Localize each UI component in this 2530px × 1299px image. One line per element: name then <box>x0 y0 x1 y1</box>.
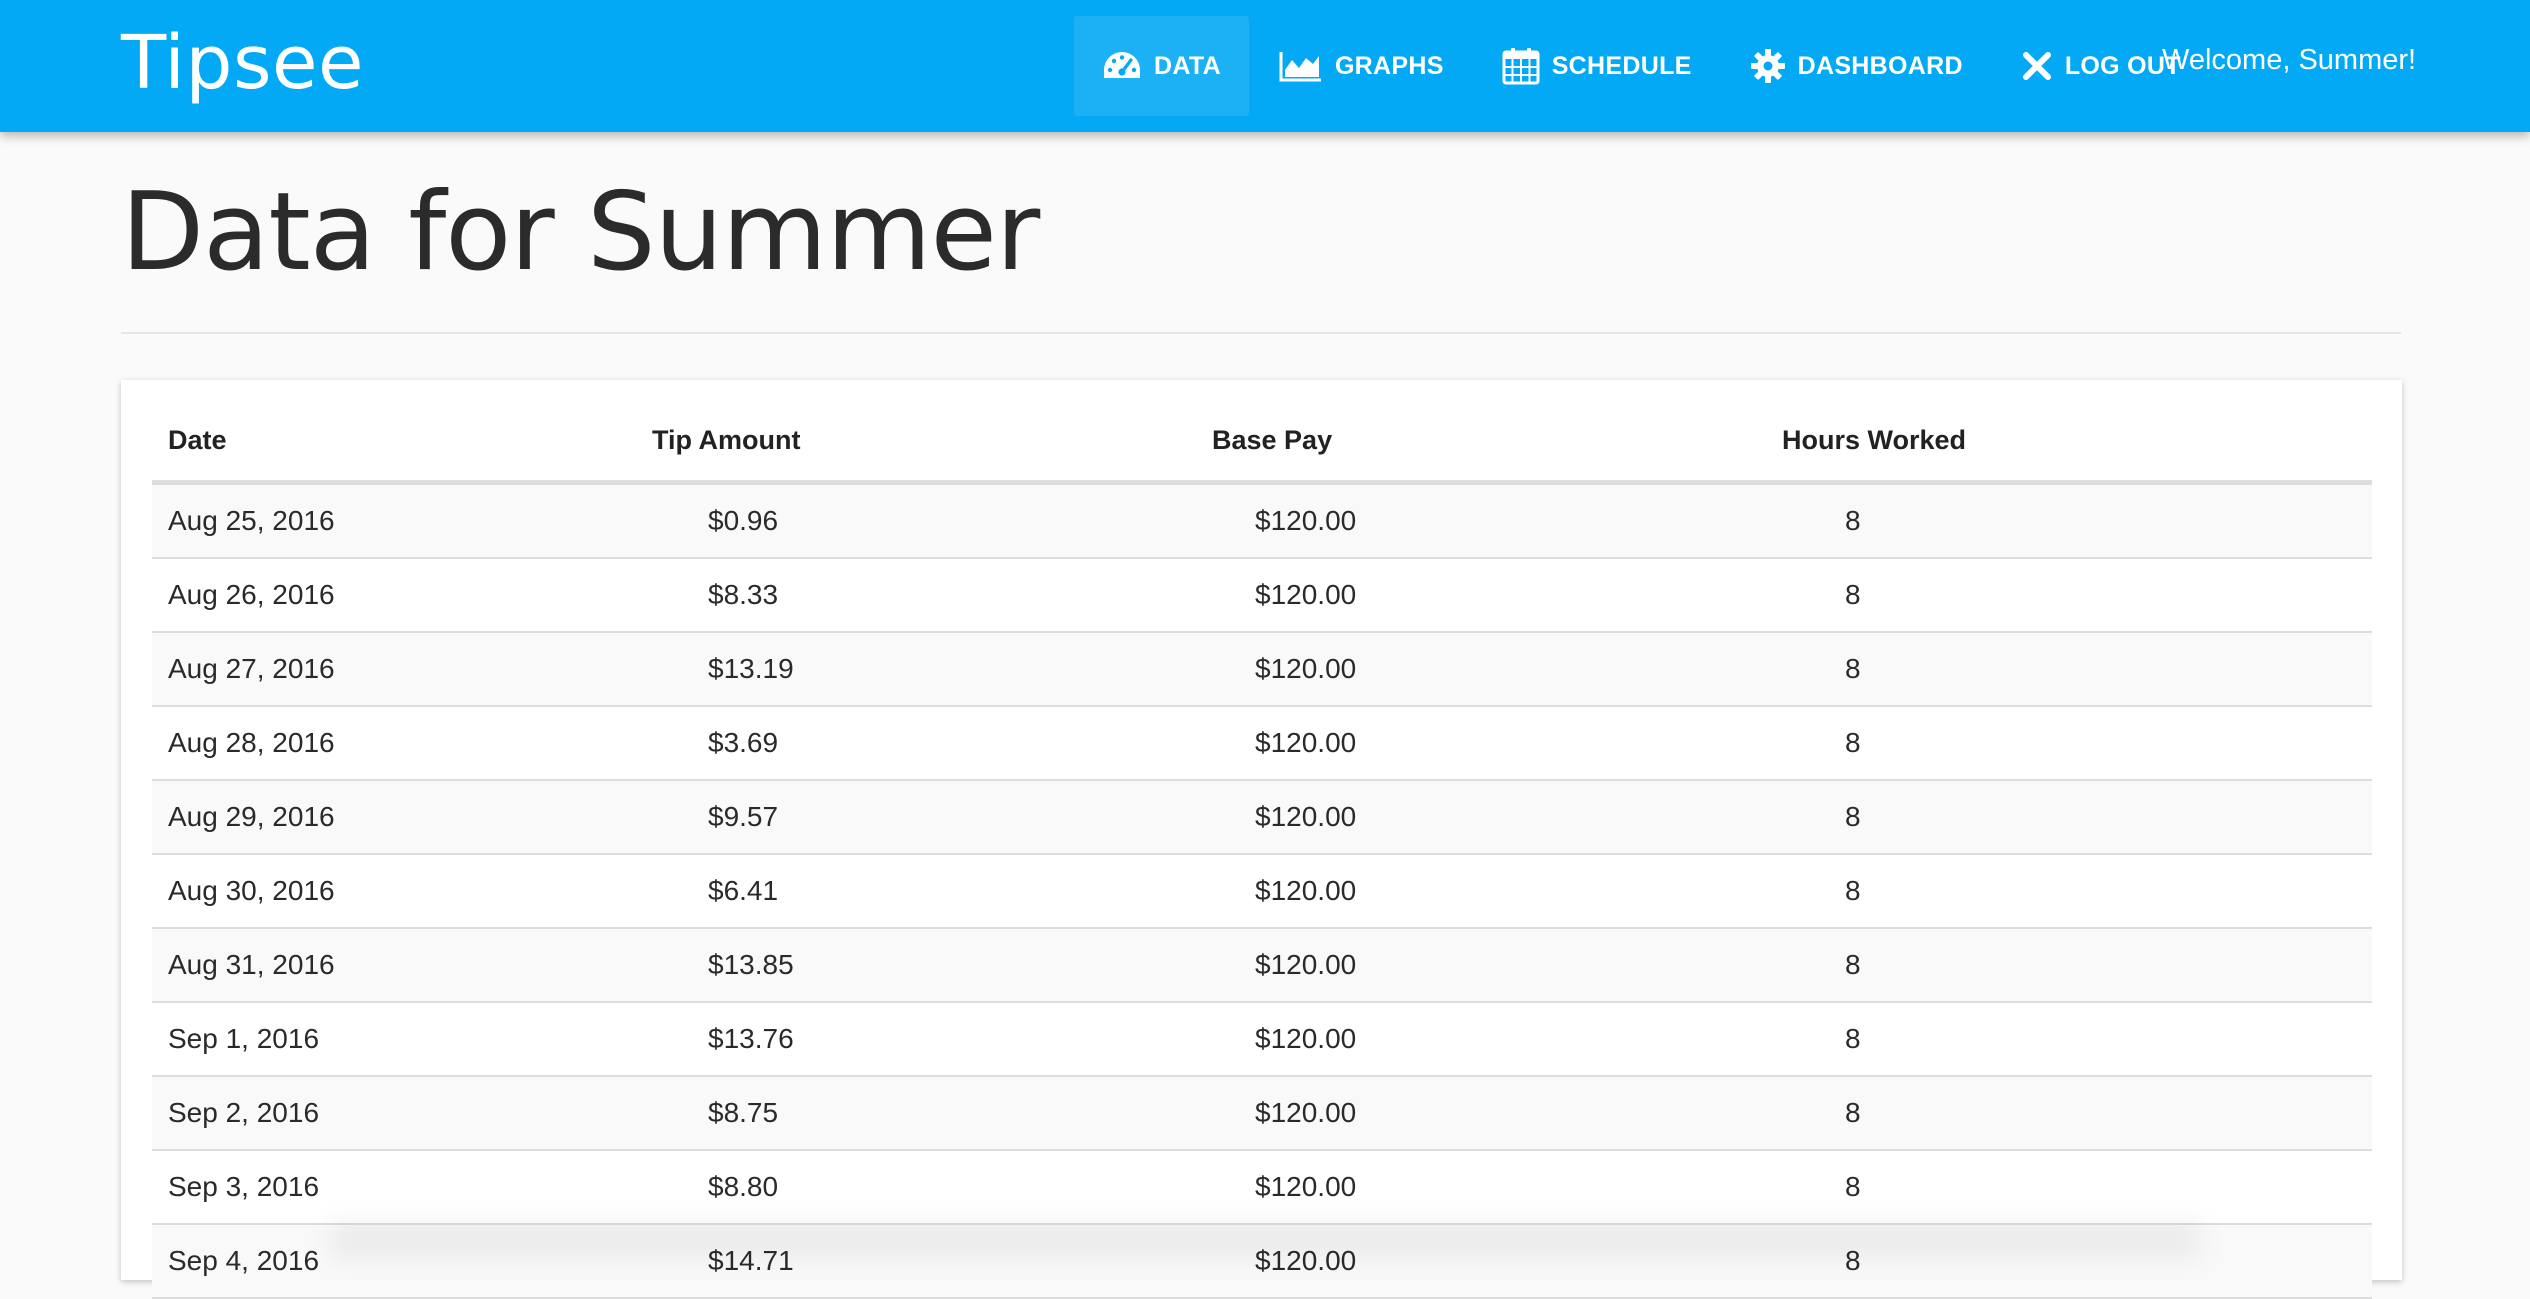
column-header-tip-amount[interactable]: Tip Amount <box>652 400 1212 485</box>
cell-tip-amount: $8.75 <box>652 1076 1212 1151</box>
table-row: Aug 30, 2016 $6.41 $120.00 8 <box>152 854 2372 929</box>
cell-hours-worked: 8 <box>1782 558 2372 633</box>
cell-hours-worked: 8 <box>1782 780 2372 855</box>
cell-tip-amount: $13.85 <box>652 928 1212 1003</box>
nav-item-data[interactable]: DATA <box>1074 16 1249 116</box>
brand-logo[interactable]: Tipsee <box>121 18 364 108</box>
cell-hours-worked: 8 <box>1782 928 2372 1003</box>
cell-base-pay: $120.00 <box>1212 854 1782 929</box>
table-row: Sep 1, 2016 $13.76 $120.00 8 <box>152 1002 2372 1077</box>
cell-tip-amount: $0.96 <box>652 482 1212 559</box>
table-row: Aug 28, 2016 $3.69 $120.00 8 <box>152 706 2372 781</box>
cell-hours-worked: 8 <box>1782 706 2372 781</box>
cell-date: Aug 29, 2016 <box>152 780 652 855</box>
table-row: Sep 2, 2016 $8.75 $120.00 8 <box>152 1076 2372 1151</box>
top-navbar: Tipsee DATA GRAPHS SCHEDULE DASHBOARD LO… <box>0 0 2530 132</box>
cell-date: Aug 26, 2016 <box>152 558 652 633</box>
speedometer-icon <box>1102 50 1142 82</box>
cell-hours-worked: 8 <box>1782 1076 2372 1151</box>
column-header-base-pay[interactable]: Base Pay <box>1212 400 1782 485</box>
cell-hours-worked: 8 <box>1782 482 2372 559</box>
cell-date: Sep 3, 2016 <box>152 1150 652 1225</box>
gear-icon <box>1750 48 1786 84</box>
cell-date: Aug 27, 2016 <box>152 632 652 707</box>
cell-base-pay: $120.00 <box>1212 1150 1782 1225</box>
nav-label-schedule: SCHEDULE <box>1551 51 1692 80</box>
cell-tip-amount: $13.19 <box>652 632 1212 707</box>
cell-date: Aug 28, 2016 <box>152 706 652 781</box>
cell-base-pay: $120.00 <box>1212 632 1782 707</box>
cell-date: Aug 30, 2016 <box>152 854 652 929</box>
cell-hours-worked: 8 <box>1782 632 2372 707</box>
cell-tip-amount: $8.80 <box>652 1150 1212 1225</box>
table-row: Sep 3, 2016 $8.80 $120.00 8 <box>152 1150 2372 1225</box>
nav-label-graphs: GRAPHS <box>1334 51 1444 80</box>
column-header-hours-worked[interactable]: Hours Worked <box>1782 400 2372 485</box>
column-header-date[interactable]: Date <box>152 400 652 485</box>
cell-tip-amount: $6.41 <box>652 854 1212 929</box>
calendar-icon <box>1502 47 1540 85</box>
cell-base-pay: $120.00 <box>1212 482 1782 559</box>
cell-base-pay: $120.00 <box>1212 1002 1782 1077</box>
cell-hours-worked: 8 <box>1782 1224 2372 1299</box>
cell-tip-amount: $14.71 <box>652 1224 1212 1299</box>
cell-hours-worked: 8 <box>1782 1002 2372 1077</box>
nav-item-schedule[interactable]: SCHEDULE <box>1474 16 1720 116</box>
cell-hours-worked: 8 <box>1782 1150 2372 1225</box>
cell-date: Sep 1, 2016 <box>152 1002 652 1077</box>
table-row: Aug 25, 2016 $0.96 $120.00 8 <box>152 482 2372 559</box>
table-row: Aug 26, 2016 $8.33 $120.00 8 <box>152 558 2372 633</box>
main-nav: DATA GRAPHS SCHEDULE DASHBOARD LOG OUT <box>1074 0 2211 132</box>
table-row: Aug 27, 2016 $13.19 $120.00 8 <box>152 632 2372 707</box>
nav-item-dashboard[interactable]: DASHBOARD <box>1722 16 1991 116</box>
table-row: Sep 4, 2016 $14.71 $120.00 8 <box>152 1224 2372 1299</box>
cell-date: Sep 2, 2016 <box>152 1076 652 1151</box>
close-icon <box>2021 50 2053 82</box>
cell-hours-worked: 8 <box>1782 854 2372 929</box>
nav-item-graphs[interactable]: GRAPHS <box>1251 16 1472 116</box>
cell-base-pay: $120.00 <box>1212 706 1782 781</box>
table-row: Aug 29, 2016 $9.57 $120.00 8 <box>152 780 2372 855</box>
header-divider <box>121 332 2401 334</box>
area-chart-icon <box>1279 50 1323 82</box>
cell-base-pay: $120.00 <box>1212 1076 1782 1151</box>
cell-tip-amount: $9.57 <box>652 780 1212 855</box>
data-table-card: Date Tip Amount Base Pay Hours Worked Au… <box>121 380 2402 1299</box>
cell-tip-amount: $3.69 <box>652 706 1212 781</box>
welcome-message: Welcome, Summer! <box>2162 43 2417 76</box>
cell-base-pay: $120.00 <box>1212 928 1782 1003</box>
table-header-row: Date Tip Amount Base Pay Hours Worked <box>152 400 2372 485</box>
cell-date: Aug 31, 2016 <box>152 928 652 1003</box>
nav-label-dashboard: DASHBOARD <box>1797 51 1963 80</box>
cell-tip-amount: $13.76 <box>652 1002 1212 1077</box>
table-row: Aug 31, 2016 $13.85 $120.00 8 <box>152 928 2372 1003</box>
tips-data-table: Date Tip Amount Base Pay Hours Worked Au… <box>152 400 2372 1299</box>
cell-date: Aug 25, 2016 <box>152 482 652 559</box>
cell-base-pay: $120.00 <box>1212 780 1782 855</box>
cell-base-pay: $120.00 <box>1212 1224 1782 1299</box>
cell-tip-amount: $8.33 <box>652 558 1212 633</box>
page-title: Data for Summer <box>121 170 1040 295</box>
cell-base-pay: $120.00 <box>1212 558 1782 633</box>
cell-date: Sep 4, 2016 <box>152 1224 652 1299</box>
nav-label-data: DATA <box>1154 51 1221 80</box>
